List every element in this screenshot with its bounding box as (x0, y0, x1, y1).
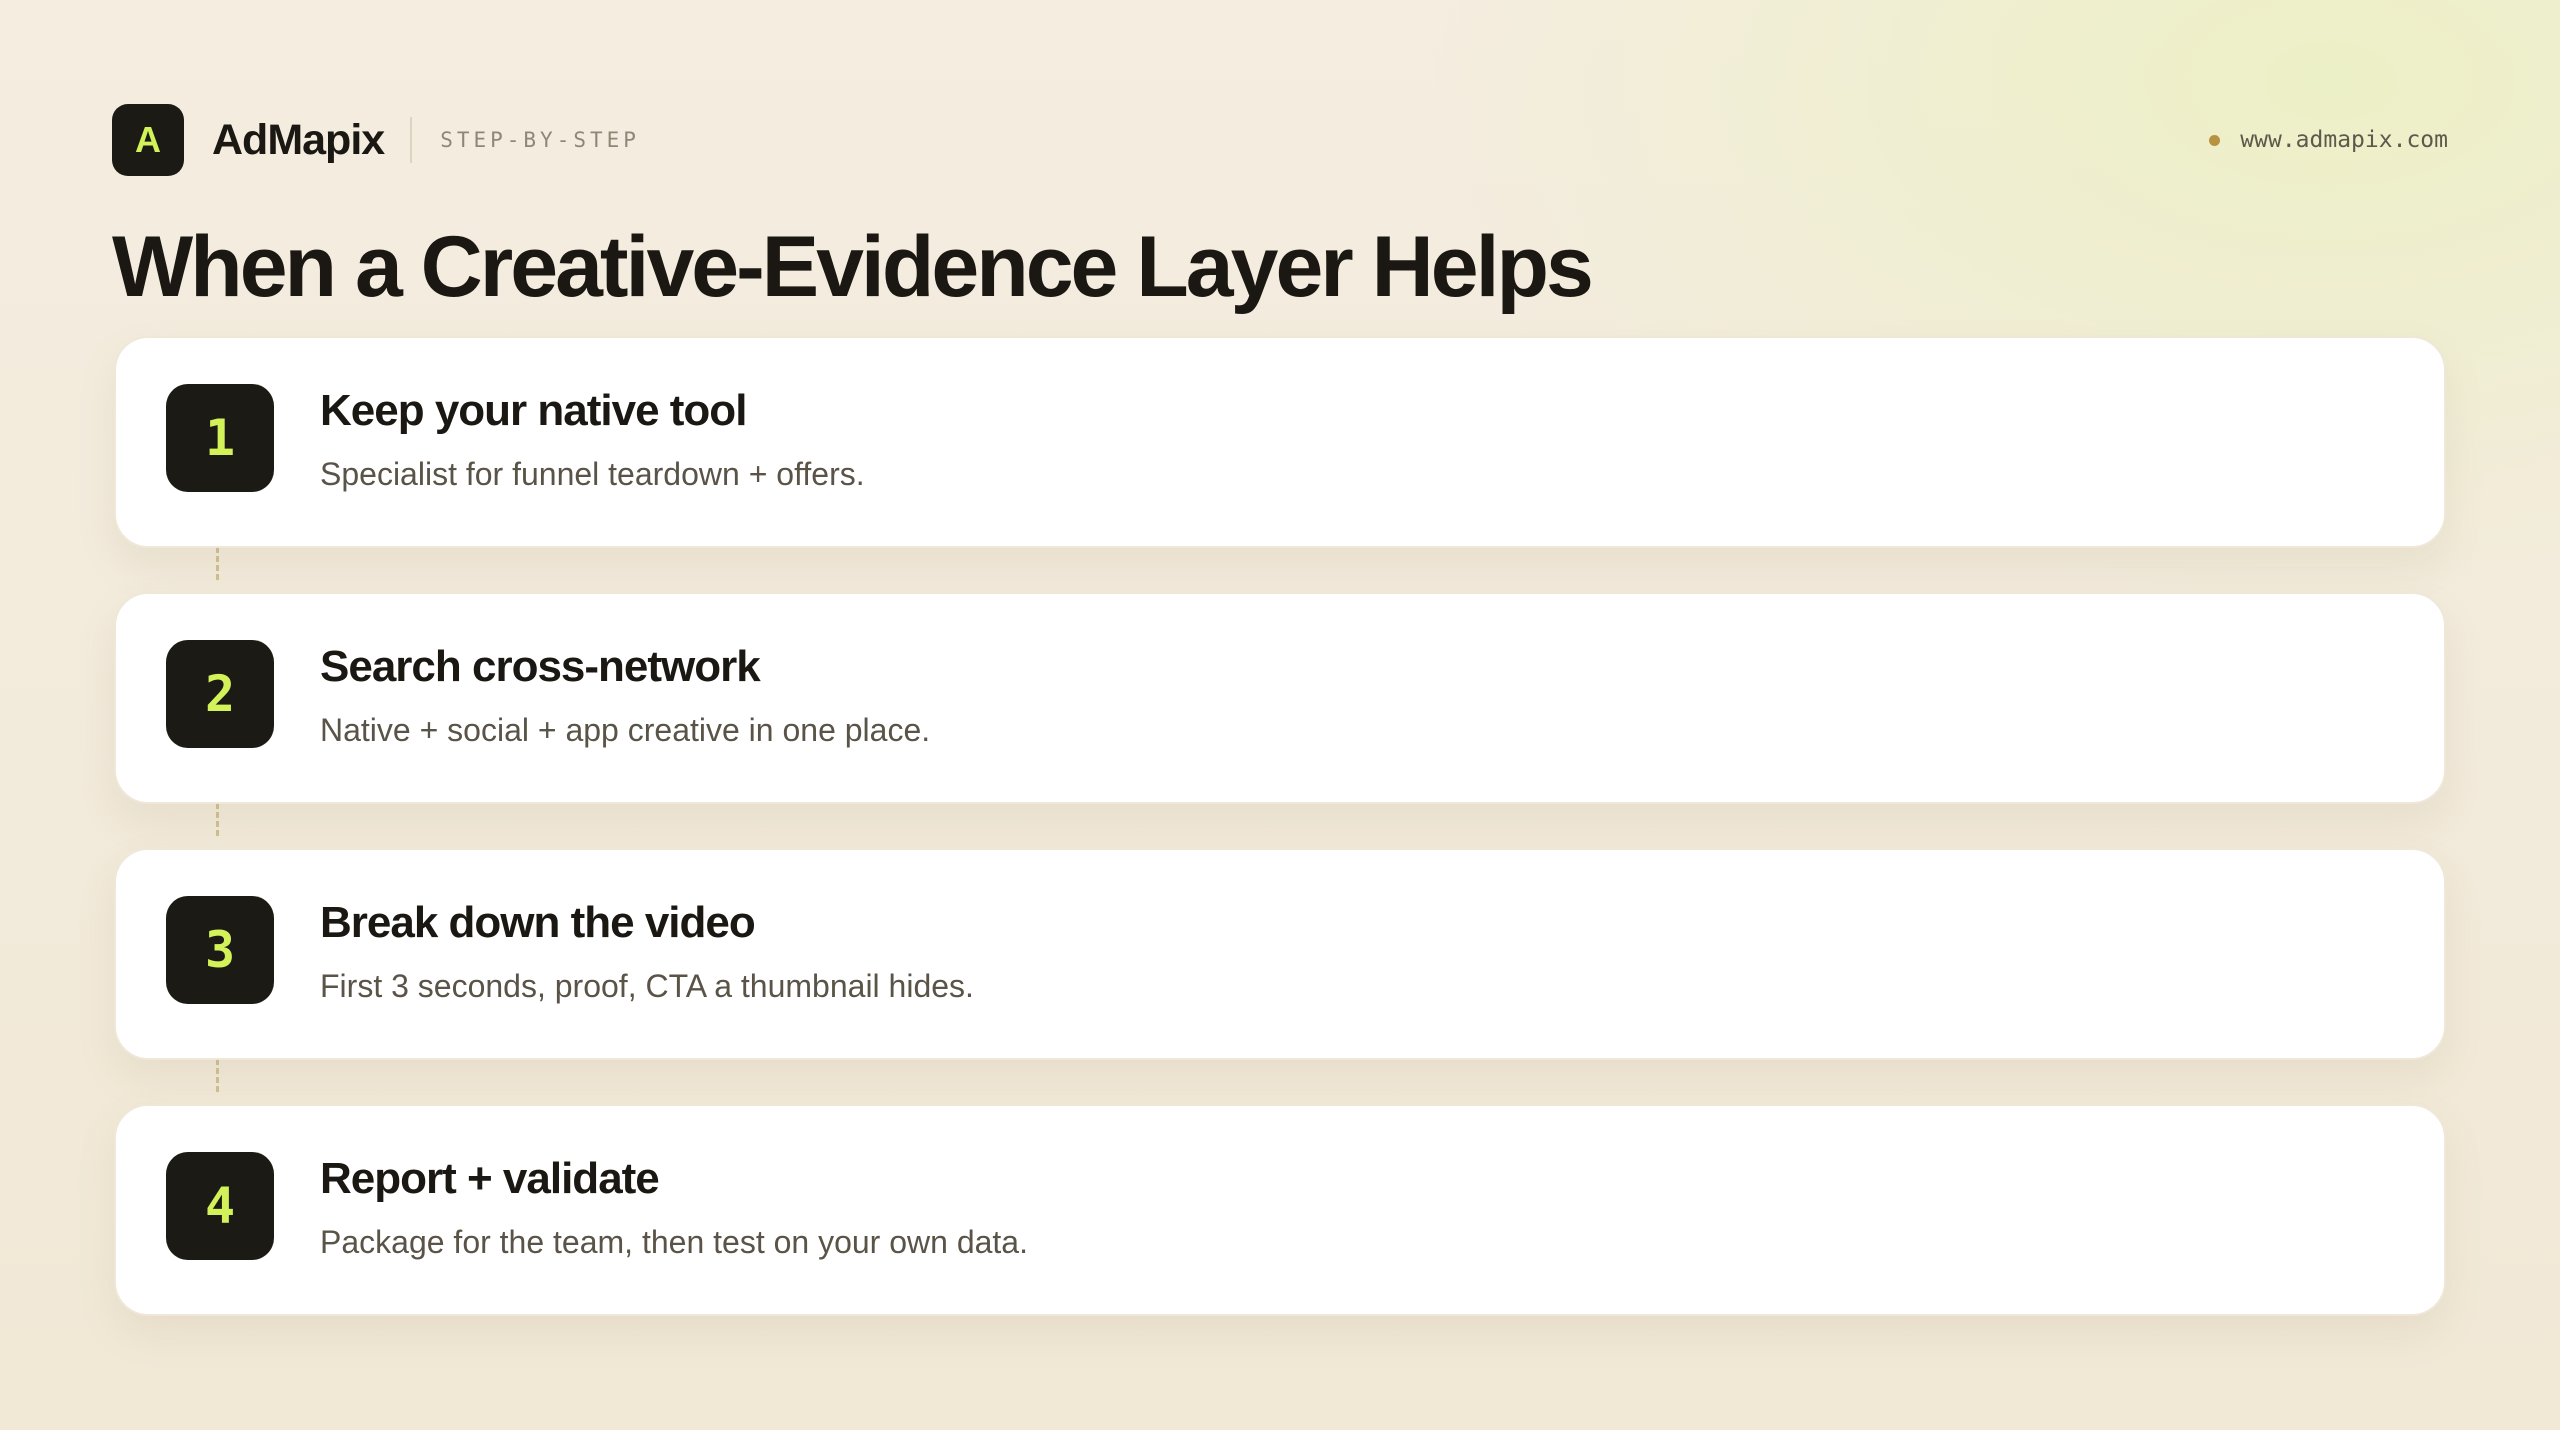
logo-letter: A (135, 119, 161, 160)
section-tag: STEP-BY-STEP (440, 128, 640, 152)
step-card-1: 1 Keep your native tool Specialist for f… (114, 336, 2446, 548)
step-number-badge: 1 (166, 384, 274, 492)
step-number-badge: 3 (166, 896, 274, 1004)
step-title: Keep your native tool (320, 386, 747, 435)
logo-badge[interactable]: A (112, 104, 184, 176)
step-number-badge: 4 (166, 1152, 274, 1260)
step-description: Specialist for funnel teardown + offers. (320, 456, 865, 492)
step-description: First 3 seconds, proof, CTA a thumbnail … (320, 968, 974, 1004)
step-card-2: 2 Search cross-network Native + social +… (114, 592, 2446, 804)
step-number-badge: 2 (166, 640, 274, 748)
site-link[interactable]: www.admapix.com (2209, 127, 2448, 153)
site-url[interactable]: www.admapix.com (2240, 127, 2448, 153)
step-title: Report + validate (320, 1154, 660, 1203)
brand-name[interactable]: AdMapix (212, 116, 385, 165)
step-description: Package for the team, then test on your … (320, 1224, 1028, 1260)
dot-icon (2209, 134, 2221, 146)
header-divider (410, 117, 413, 163)
header: A AdMapix STEP-BY-STEP www.admapix.com (112, 104, 2448, 176)
page-title: When a Creative-Evidence Layer Helps (112, 219, 1594, 315)
step-card-3: 3 Break down the video First 3 seconds, … (114, 848, 2446, 1060)
step-title: Break down the video (320, 898, 756, 947)
step-card-4: 4 Report + validate Package for the team… (114, 1104, 2446, 1316)
step-title: Search cross-network (320, 642, 761, 691)
step-description: Native + social + app creative in one pl… (320, 712, 931, 748)
